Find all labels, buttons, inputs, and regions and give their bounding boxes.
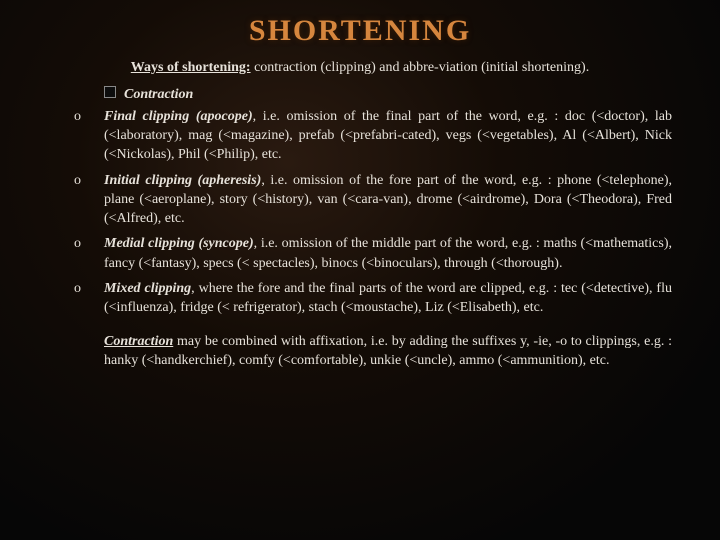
lead-line: Ways of shortening: contraction (clippin… — [48, 58, 672, 78]
page-title: SHORTENING — [48, 14, 672, 48]
term-mixed-clipping: Mixed clipping — [104, 281, 191, 296]
list-item: Initial clipping (apheresis), i.e. omiss… — [74, 171, 672, 229]
tail-paragraph: Contraction may be combined with affixat… — [104, 332, 672, 371]
slide: SHORTENING Ways of shortening: contracti… — [0, 0, 720, 540]
list-item: Medial clipping (syncope), i.e. omission… — [74, 234, 672, 273]
term-medial-clipping: Medial clipping (syncope) — [104, 236, 254, 251]
lead-label: Ways of shortening: — [131, 60, 251, 75]
term-initial-clipping: Initial clipping (apheresis) — [104, 173, 261, 188]
clipping-list: Final clipping (apocope), i.e. omission … — [48, 107, 672, 318]
list-item: Mixed clipping, where the fore and the f… — [74, 279, 672, 318]
contraction-label: Contraction — [124, 87, 193, 102]
lead-rest: contraction (clipping) and abbre-viation… — [251, 60, 590, 75]
tail-text: may be combined with affixation, i.e. by… — [104, 334, 672, 368]
contraction-subheading: Contraction — [104, 86, 672, 103]
list-item: Final clipping (apocope), i.e. omission … — [74, 107, 672, 165]
square-bullet-icon — [104, 86, 116, 98]
term-contraction-affixation: Contraction — [104, 334, 173, 349]
term-final-clipping: Final clipping (apocope) — [104, 109, 253, 124]
